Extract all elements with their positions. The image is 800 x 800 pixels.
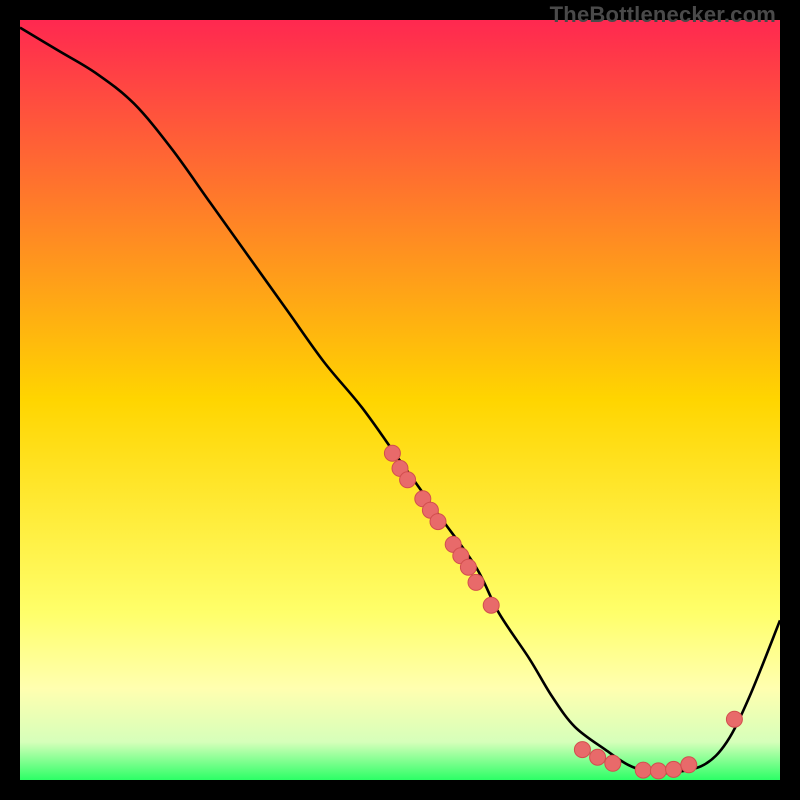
data-marker	[590, 749, 606, 765]
data-marker	[605, 755, 621, 771]
data-marker	[650, 763, 666, 779]
chart-frame	[20, 20, 780, 780]
bottleneck-chart	[20, 20, 780, 780]
watermark-text: TheBottlenecker.com	[550, 2, 776, 28]
data-marker	[483, 597, 499, 613]
data-marker	[468, 574, 484, 590]
data-marker	[460, 559, 476, 575]
data-marker	[635, 762, 651, 778]
gradient-background	[20, 20, 780, 780]
data-marker	[726, 711, 742, 727]
data-marker	[400, 472, 416, 488]
data-marker	[681, 757, 697, 773]
data-marker	[384, 445, 400, 461]
data-marker	[430, 514, 446, 530]
data-marker	[666, 761, 682, 777]
data-marker	[574, 742, 590, 758]
